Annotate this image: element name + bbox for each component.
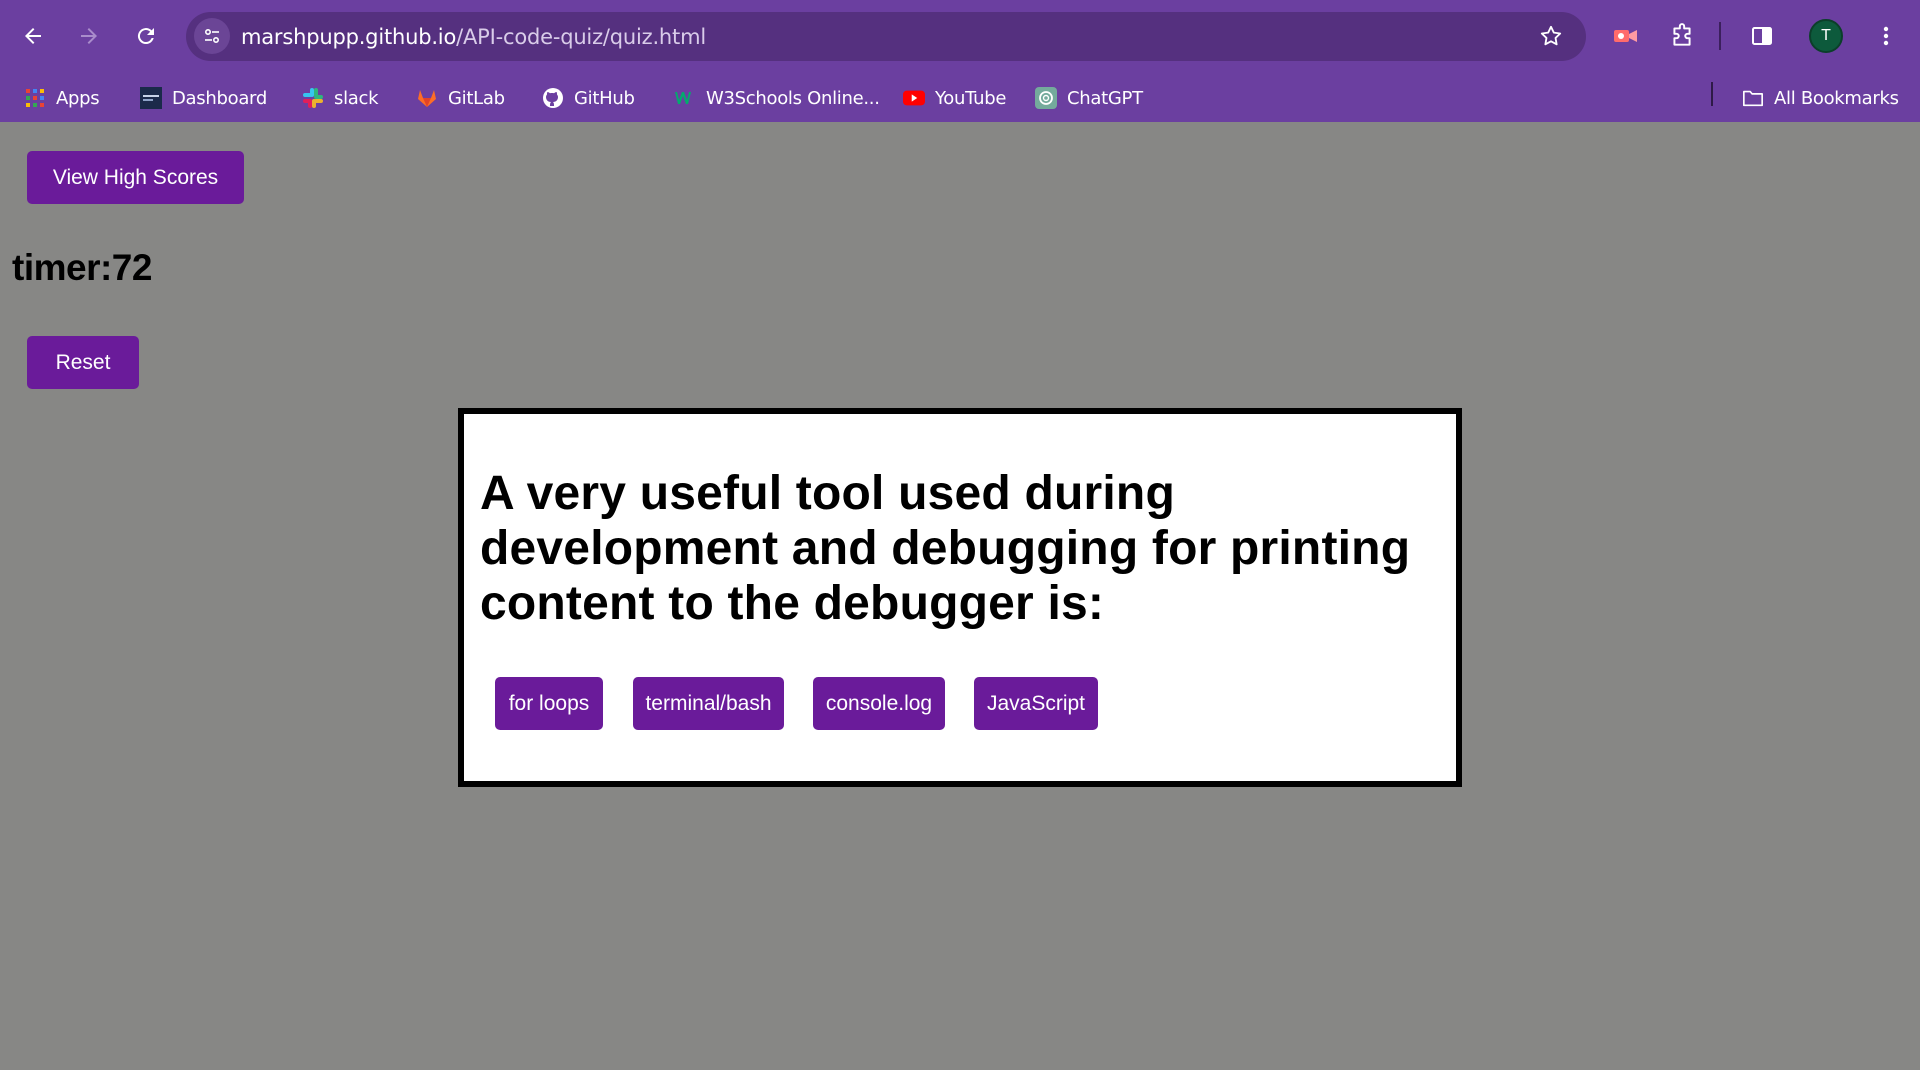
site-info-button[interactable]: [194, 18, 230, 54]
bookmark-star-button[interactable]: [1538, 23, 1564, 54]
browser-toolbar: marshpupp.github.io/API-code-quiz/quiz.h…: [0, 0, 1920, 74]
timer-display: timer:72: [12, 247, 152, 288]
bookmark-gitlab[interactable]: GitLab: [416, 82, 505, 114]
bookmark-label: Apps: [56, 87, 100, 109]
bookmark-w3schools[interactable]: W3Schools Online...: [674, 82, 880, 114]
screen-recorder-extension-icon: [1614, 30, 1637, 42]
side-panel-icon: [1752, 27, 1772, 45]
puzzle-piece-icon: [1673, 23, 1691, 46]
bookmark-label: GitHub: [574, 87, 635, 109]
forward-arrow-icon: [81, 28, 97, 44]
url-path: /API-code-quiz/quiz.html: [456, 25, 706, 49]
bookmark-chatgpt[interactable]: ChatGPT: [1035, 82, 1143, 114]
bookmark-label: YouTube: [935, 87, 1007, 109]
star-icon: [1540, 25, 1562, 46]
chrome-menu-button[interactable]: [1868, 18, 1904, 54]
bookmark-label: ChatGPT: [1067, 87, 1143, 109]
bookmark-apps[interactable]: Apps: [24, 82, 100, 114]
back-button[interactable]: [15, 18, 51, 54]
reset-button[interactable]: Reset: [27, 336, 139, 389]
extensions-button[interactable]: [1664, 18, 1700, 54]
reload-icon: [137, 28, 154, 45]
question-card: A very useful tool used during developme…: [458, 408, 1462, 787]
bookmark-dashboard[interactable]: Dashboard: [140, 82, 267, 114]
question-text: A very useful tool used during developme…: [480, 467, 1411, 630]
all-bookmarks-label: All Bookmarks: [1774, 87, 1899, 109]
folder-icon: [1742, 87, 1764, 109]
bookmarks-divider: [1711, 82, 1713, 106]
kebab-menu-icon: [1883, 26, 1889, 46]
extension-button[interactable]: [1608, 18, 1644, 54]
tune-icon: [204, 28, 220, 44]
w3schools-icon: [674, 87, 696, 109]
all-bookmarks-button[interactable]: All Bookmarks: [1742, 82, 1899, 114]
url-text[interactable]: marshpupp.github.io/API-code-quiz/quiz.h…: [241, 25, 706, 49]
view-high-scores-button[interactable]: View High Scores: [27, 151, 244, 204]
apps-grid-icon: [24, 87, 46, 109]
back-arrow-icon: [25, 28, 41, 44]
bookmarks-bar: Apps Dashboard slack GitLab GitHub W3Sch…: [0, 74, 1920, 122]
answer-button[interactable]: console.log: [813, 677, 945, 730]
bookmark-label: GitLab: [448, 87, 505, 109]
bookmark-label: W3Schools Online...: [706, 87, 880, 109]
youtube-icon: [903, 87, 925, 109]
forward-button[interactable]: [71, 18, 107, 54]
bookmark-youtube[interactable]: YouTube: [903, 82, 1006, 114]
github-icon: [542, 87, 564, 109]
answer-button[interactable]: for loops: [495, 677, 603, 730]
gitlab-icon: [416, 87, 438, 109]
bookmark-label: slack: [334, 87, 379, 109]
chatgpt-icon: [1035, 87, 1057, 109]
dashboard-favicon: [140, 87, 162, 109]
reload-button[interactable]: [128, 18, 164, 54]
toolbar-divider: [1719, 22, 1721, 50]
url-host: marshpupp.github.io: [241, 25, 457, 49]
answer-button[interactable]: terminal/bash: [633, 677, 784, 730]
bookmark-label: Dashboard: [172, 87, 267, 109]
bookmark-slack[interactable]: slack: [302, 82, 379, 114]
slack-icon: [302, 87, 324, 109]
address-bar[interactable]: marshpupp.github.io/API-code-quiz/quiz.h…: [186, 12, 1586, 61]
answer-button[interactable]: JavaScript: [974, 677, 1098, 730]
profile-button[interactable]: T: [1808, 18, 1844, 54]
side-panel-button[interactable]: [1744, 18, 1780, 54]
bookmark-github[interactable]: GitHub: [542, 82, 635, 114]
avatar: T: [1809, 19, 1843, 53]
